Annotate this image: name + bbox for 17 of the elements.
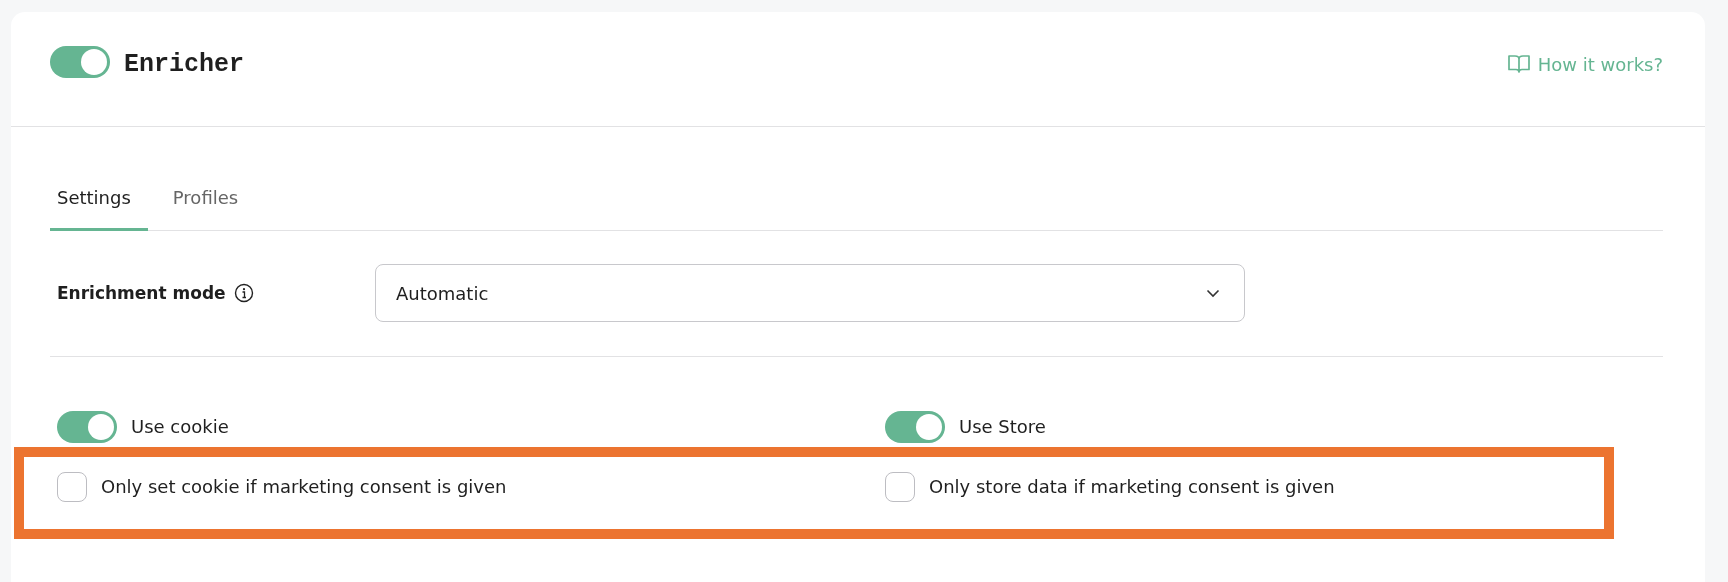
toggle-switch[interactable] — [885, 410, 945, 443]
tab[interactable]: Profiles — [165, 187, 256, 231]
toggle-switch[interactable] — [50, 46, 110, 78]
checkbox[interactable] — [885, 471, 915, 502]
book-icon — [1507, 54, 1530, 74]
checkbox-label: Only set cookie if marketing consent is given — [101, 476, 507, 497]
field-label: Enrichment mode — [57, 283, 226, 303]
checkbox[interactable] — [57, 471, 87, 502]
mode-dropdown[interactable]: Automatic — [375, 264, 1245, 322]
toggle-label: Use cookie — [131, 416, 229, 437]
toggle-switch[interactable] — [57, 410, 117, 443]
checkbox-label: Only store data if marketing consent is given — [929, 476, 1335, 497]
chevron-down-icon — [1206, 288, 1220, 298]
toggle-label: Use Store — [959, 416, 1046, 437]
tab[interactable]: Settings — [50, 187, 148, 231]
panel-title: Enricher — [124, 49, 245, 79]
info-icon — [233, 283, 254, 303]
